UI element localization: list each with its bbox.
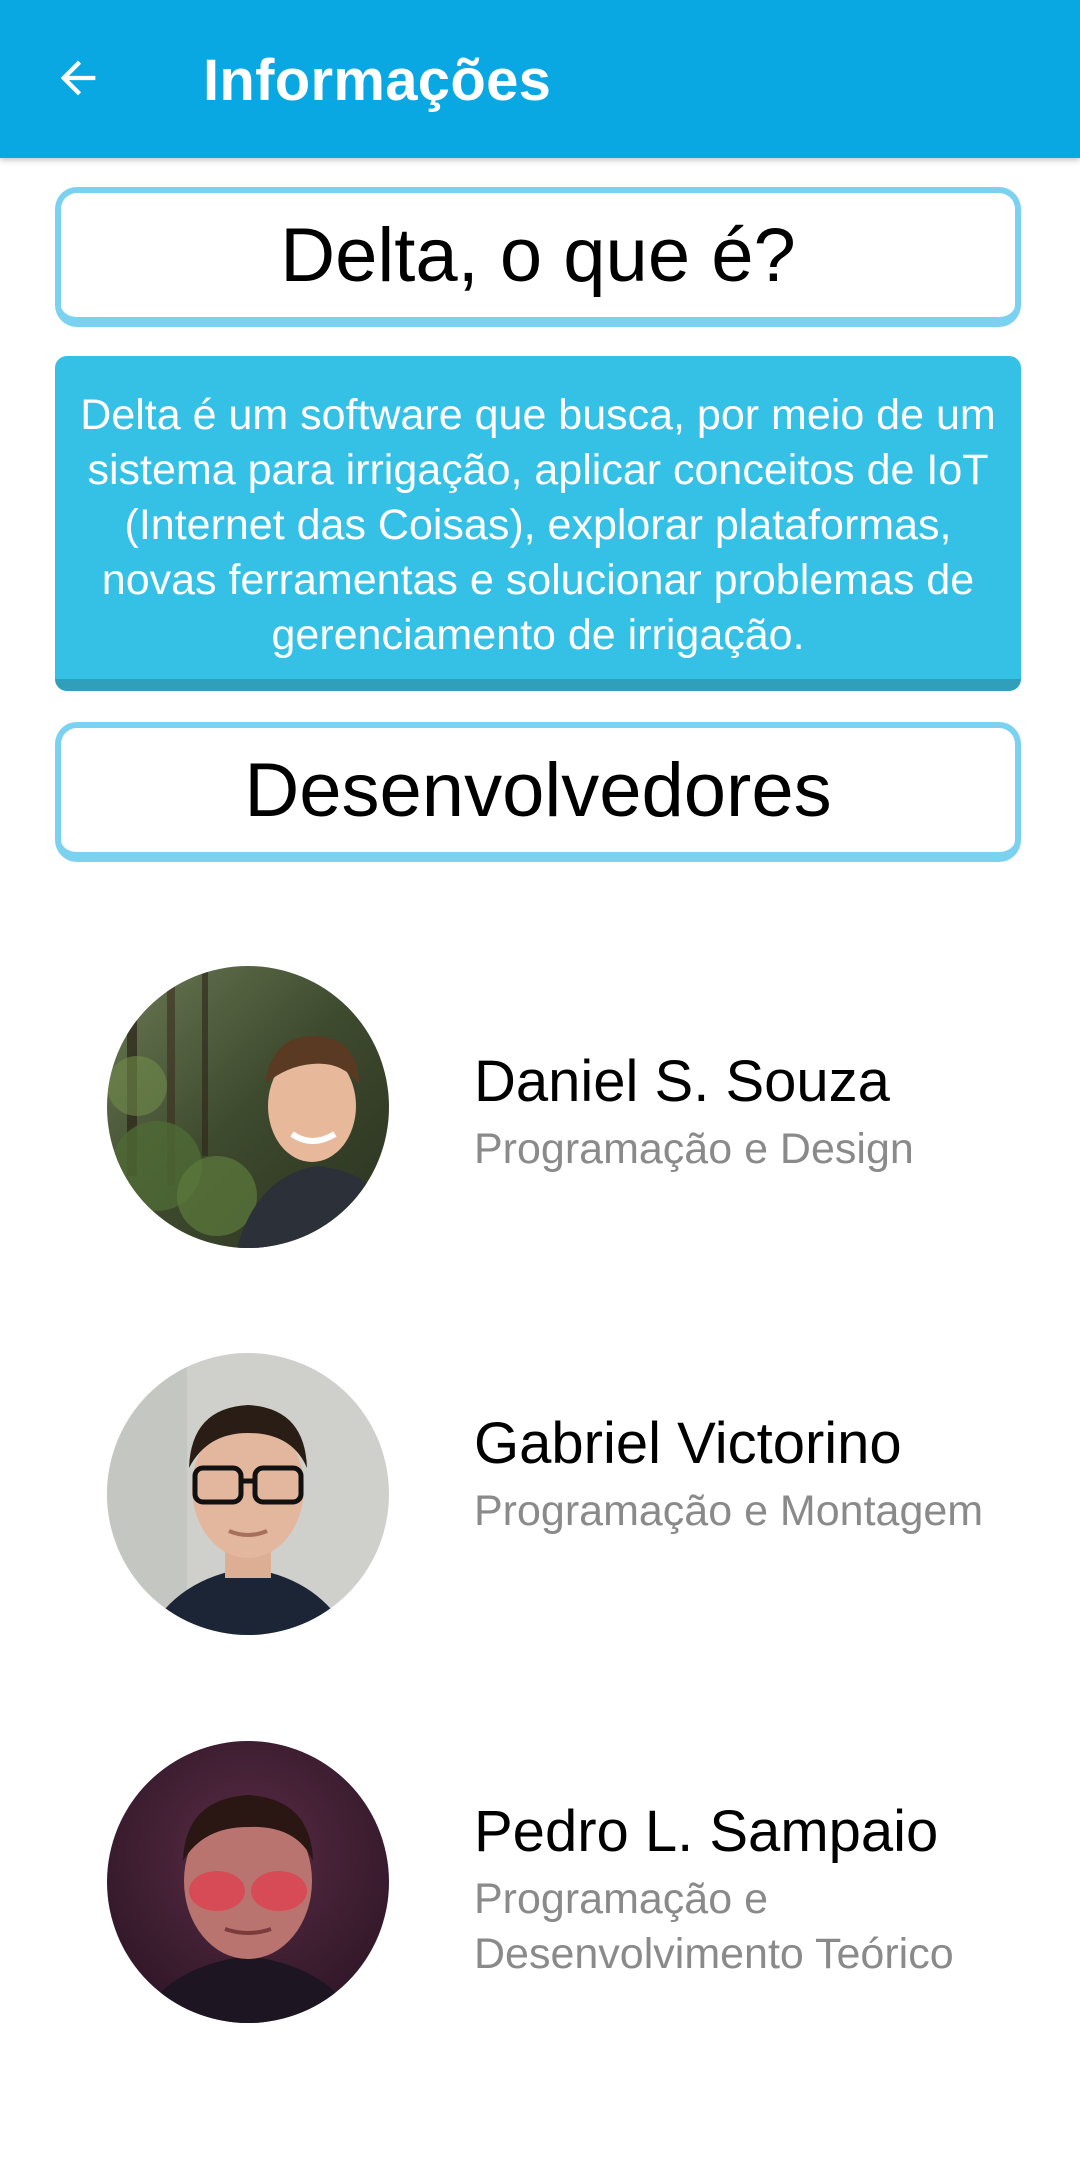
- developer-name: Pedro L. Sampaio: [474, 1799, 939, 1864]
- about-description-card: Delta é um software que busca, por meio …: [55, 356, 1021, 691]
- about-description: Delta é um software que busca, por meio …: [80, 391, 996, 659]
- back-button[interactable]: [38, 40, 118, 120]
- developer-info: Pedro L. Sampaio Programação e Desenvolv…: [474, 1798, 1034, 1982]
- page-title: Informações: [203, 48, 552, 113]
- developer-info: Gabriel Victorino Programação e Montagem: [474, 1410, 1034, 1539]
- arrow-left-icon: [52, 52, 104, 109]
- avatar: [107, 1353, 389, 1635]
- avatar: [107, 1741, 389, 2023]
- developer-item-daniel: Daniel S. Souza Programação e Design: [0, 966, 1080, 1251]
- developer-info: Daniel S. Souza Programação e Design: [474, 1048, 1034, 1177]
- developers-heading-card: Desenvolvedores: [55, 722, 1021, 862]
- about-heading: Delta, o que é?: [280, 212, 796, 298]
- avatar: [107, 966, 389, 1248]
- developer-role: Programação e Design: [474, 1125, 914, 1173]
- developer-role: Programação e Desenvolvimento Teórico: [474, 1875, 954, 1978]
- developer-item-pedro: Pedro L. Sampaio Programação e Desenvolv…: [0, 1741, 1080, 2026]
- app-bar: Informações: [0, 0, 1080, 158]
- about-heading-card: Delta, o que é?: [55, 187, 1021, 327]
- developer-role: Programação e Montagem: [474, 1487, 984, 1535]
- developers-heading: Desenvolvedores: [244, 747, 832, 833]
- developer-item-gabriel: Gabriel Victorino Programação e Montagem: [0, 1353, 1080, 1638]
- developer-name: Gabriel Victorino: [474, 1411, 902, 1476]
- developer-name: Daniel S. Souza: [474, 1049, 890, 1114]
